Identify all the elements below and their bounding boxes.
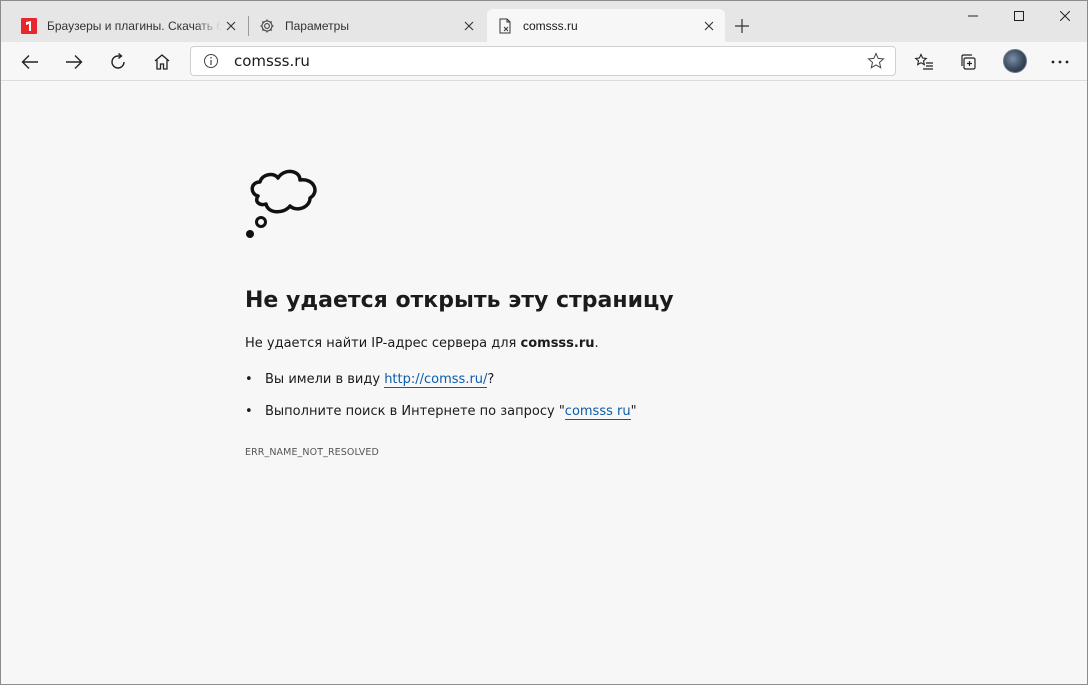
thought-cloud-icon bbox=[246, 169, 317, 238]
tab-settings[interactable]: Параметры bbox=[249, 9, 485, 42]
tab-title: comsss.ru bbox=[523, 18, 578, 33]
error-description-text: Не удается найти IP-адрес сервера для bbox=[245, 336, 521, 351]
tab-strip: Браузеры и плагины. Скачать б Параметры … bbox=[1, 1, 1087, 42]
error-code: ERR_NAME_NOT_RESOLVED bbox=[245, 447, 379, 458]
error-title: Не удается открыть эту страницу bbox=[245, 288, 674, 313]
error-description-suffix: . bbox=[594, 336, 599, 351]
suggestion-did-you-mean: • Вы имели в виду http://comss.ru/? bbox=[245, 372, 495, 388]
close-tab-icon[interactable] bbox=[699, 16, 719, 36]
favorites-button[interactable] bbox=[908, 46, 940, 78]
error-host: comsss.ru bbox=[520, 336, 595, 351]
address-bar[interactable]: comsss.ru bbox=[190, 46, 896, 76]
forward-button[interactable] bbox=[58, 46, 90, 78]
search-query-link[interactable]: comsss ru bbox=[564, 404, 631, 420]
refresh-button[interactable] bbox=[102, 46, 134, 78]
page-icon bbox=[497, 18, 513, 34]
suggestion-text: Выполните поиск в Интернете по запросу " bbox=[265, 404, 565, 419]
close-window-button[interactable] bbox=[1042, 1, 1087, 31]
bullet-symbol: • bbox=[245, 372, 253, 387]
toolbar: comsss.ru bbox=[1, 42, 1087, 81]
tab-title: Браузеры и плагины. Скачать б bbox=[47, 18, 221, 33]
maximize-button[interactable] bbox=[996, 1, 1042, 31]
tab-comsss[interactable]: comsss.ru bbox=[487, 9, 725, 42]
collections-button[interactable] bbox=[952, 46, 984, 78]
error-page: Не удается открыть эту страницу Не удает… bbox=[1, 82, 1087, 684]
softportal-icon bbox=[21, 17, 37, 34]
tab-browsers-plugins[interactable]: Браузеры и плагины. Скачать б bbox=[11, 9, 247, 42]
suggestion-suffix: " bbox=[630, 404, 637, 419]
gear-icon bbox=[259, 18, 275, 34]
suggested-url-link[interactable]: http://comss.ru/ bbox=[384, 372, 488, 388]
home-button[interactable] bbox=[146, 46, 178, 78]
suggestion-text: Вы имели в виду bbox=[265, 372, 385, 387]
new-tab-button[interactable] bbox=[729, 13, 755, 39]
tab-title: Параметры bbox=[285, 18, 349, 33]
browser-window: Браузеры и плагины. Скачать б Параметры … bbox=[0, 0, 1088, 685]
error-description: Не удается найти IP-адрес сервера для co… bbox=[245, 336, 599, 351]
profile-avatar[interactable] bbox=[1003, 49, 1027, 73]
favorite-star-icon[interactable] bbox=[865, 50, 887, 72]
back-button[interactable] bbox=[14, 46, 46, 78]
info-icon[interactable] bbox=[201, 51, 221, 71]
more-options-button[interactable] bbox=[1044, 46, 1076, 78]
suggestion-search: • Выполните поиск в Интернете по запросу … bbox=[245, 404, 637, 420]
suggestion-suffix: ? bbox=[487, 372, 495, 387]
close-tab-icon[interactable] bbox=[459, 16, 479, 36]
bullet-symbol: • bbox=[245, 404, 253, 419]
address-input[interactable]: comsss.ru bbox=[234, 52, 865, 70]
minimize-button[interactable] bbox=[950, 1, 996, 31]
close-tab-icon[interactable] bbox=[221, 16, 241, 36]
